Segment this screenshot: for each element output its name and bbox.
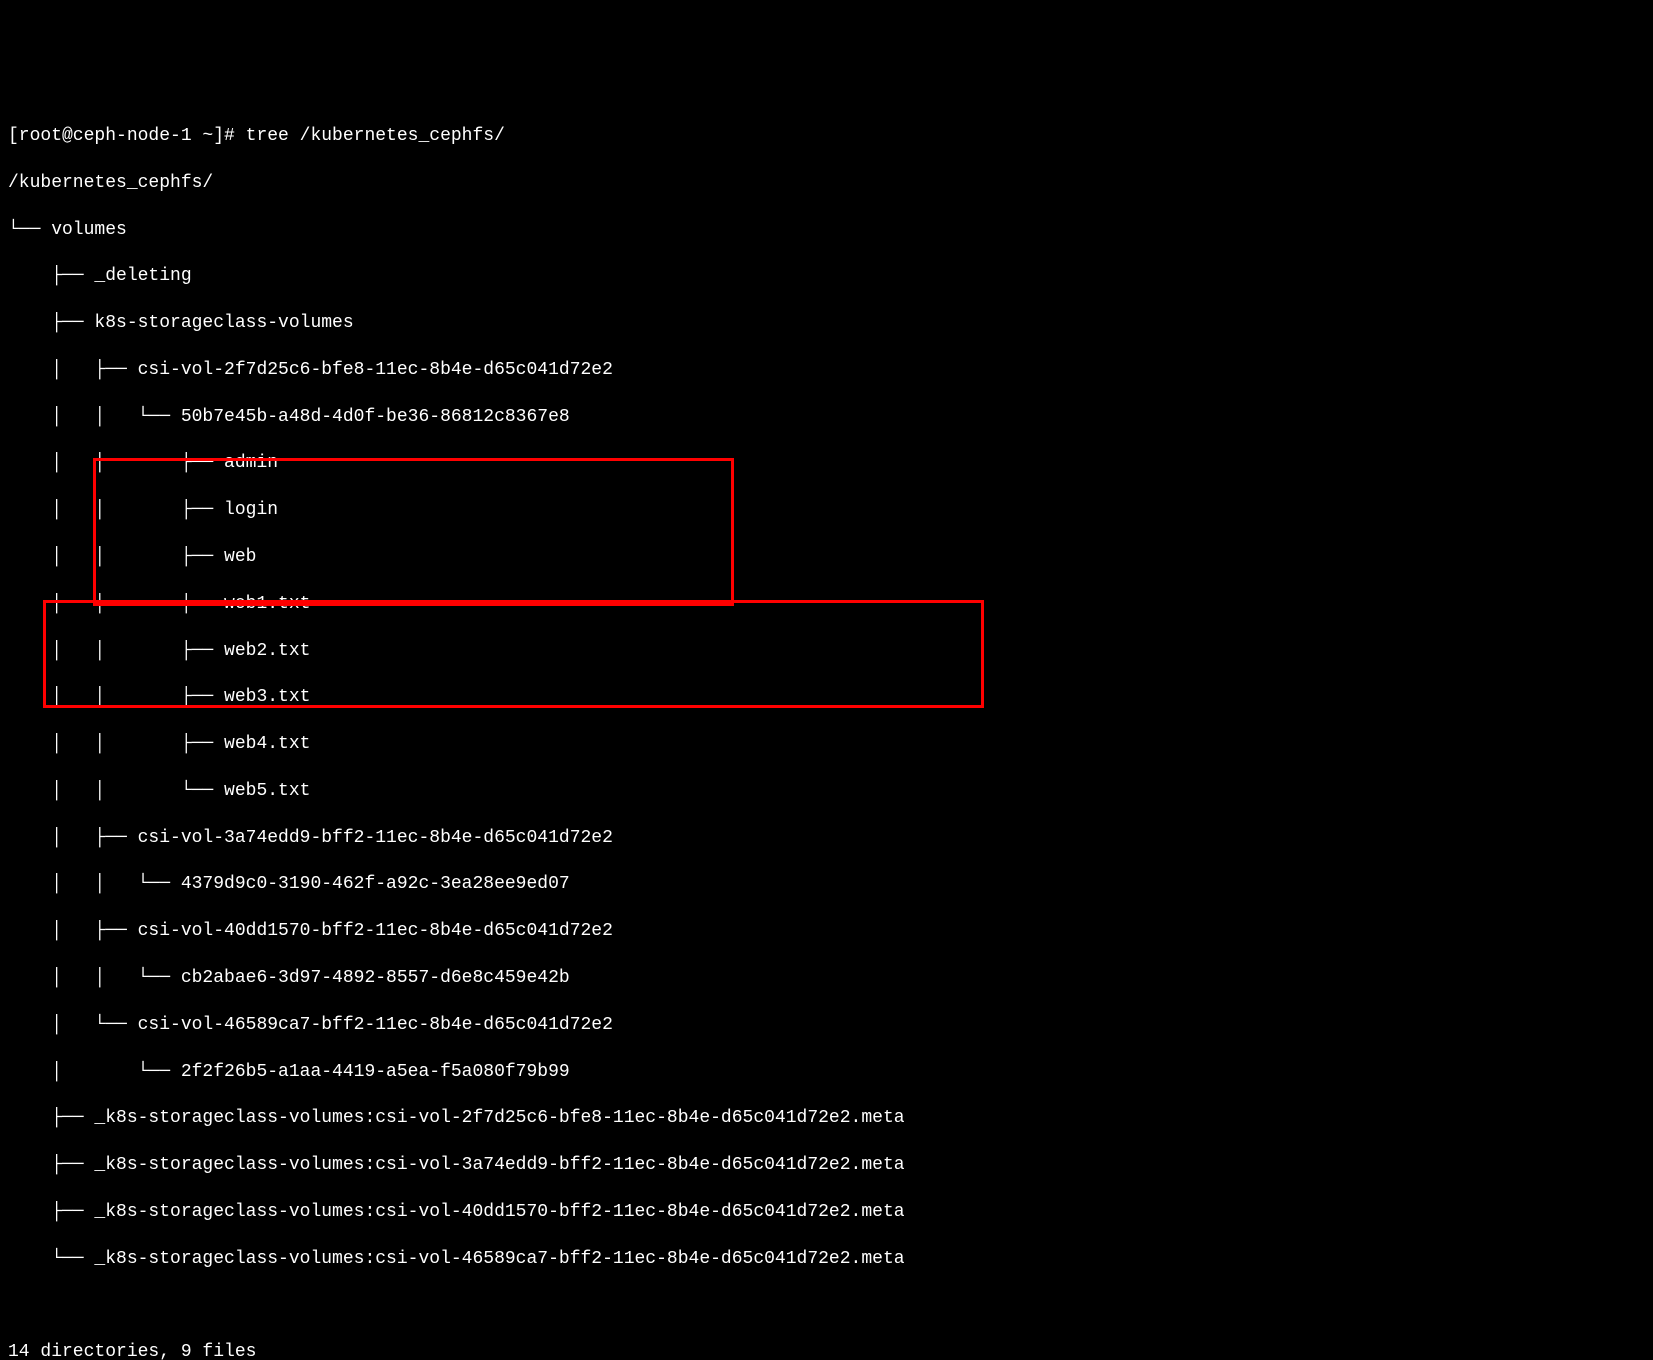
blank-line (8, 1294, 1645, 1317)
tree-line: ├── _k8s-storageclass-volumes:csi-vol-40… (8, 1201, 1645, 1224)
tree-line: ├── _k8s-storageclass-volumes:csi-vol-3a… (8, 1154, 1645, 1177)
tree-line: ├── k8s-storageclass-volumes (8, 312, 1645, 335)
tree-line: ├── _deleting (8, 265, 1645, 288)
highlight-box-csi-volumes (93, 458, 734, 606)
tree-root: /kubernetes_cephfs/ (8, 172, 1645, 195)
tree-line: │ │ ├── web4.txt (8, 733, 1645, 756)
tree-line: │ │ ├── admin (8, 452, 1645, 475)
tree-line: │ │ └── cb2abae6-3d97-4892-8557-d6e8c459… (8, 967, 1645, 990)
tree-line: ├── _k8s-storageclass-volumes:csi-vol-2f… (8, 1107, 1645, 1130)
tree-line: │ │ ├── web3.txt (8, 686, 1645, 709)
tree-line: │ │ ├── web (8, 546, 1645, 569)
tree-line: │ └── csi-vol-46589ca7-bff2-11ec-8b4e-d6… (8, 1014, 1645, 1037)
tree-line: │ └── 2f2f26b5-a1aa-4419-a5ea-f5a080f79b… (8, 1061, 1645, 1084)
tree-summary: 14 directories, 9 files (8, 1341, 1645, 1360)
tree-line: └── volumes (8, 219, 1645, 242)
terminal-output: [root@ceph-node-1 ~]# tree /kubernetes_c… (8, 102, 1645, 1360)
tree-line: │ │ ├── web2.txt (8, 640, 1645, 663)
tree-line: │ ├── csi-vol-40dd1570-bff2-11ec-8b4e-d6… (8, 920, 1645, 943)
tree-line: │ ├── csi-vol-3a74edd9-bff2-11ec-8b4e-d6… (8, 827, 1645, 850)
tree-line: └── _k8s-storageclass-volumes:csi-vol-46… (8, 1248, 1645, 1271)
command-prompt: [root@ceph-node-1 ~]# tree /kubernetes_c… (8, 125, 1645, 148)
tree-line: │ ├── csi-vol-2f7d25c6-bfe8-11ec-8b4e-d6… (8, 359, 1645, 382)
tree-line: │ │ └── 4379d9c0-3190-462f-a92c-3ea28ee9… (8, 873, 1645, 896)
tree-line: │ │ ├── login (8, 499, 1645, 522)
tree-line: │ │ └── 50b7e45b-a48d-4d0f-be36-86812c83… (8, 406, 1645, 429)
tree-line: │ │ └── web5.txt (8, 780, 1645, 803)
tree-line: │ │ ├── web1.txt (8, 593, 1645, 616)
